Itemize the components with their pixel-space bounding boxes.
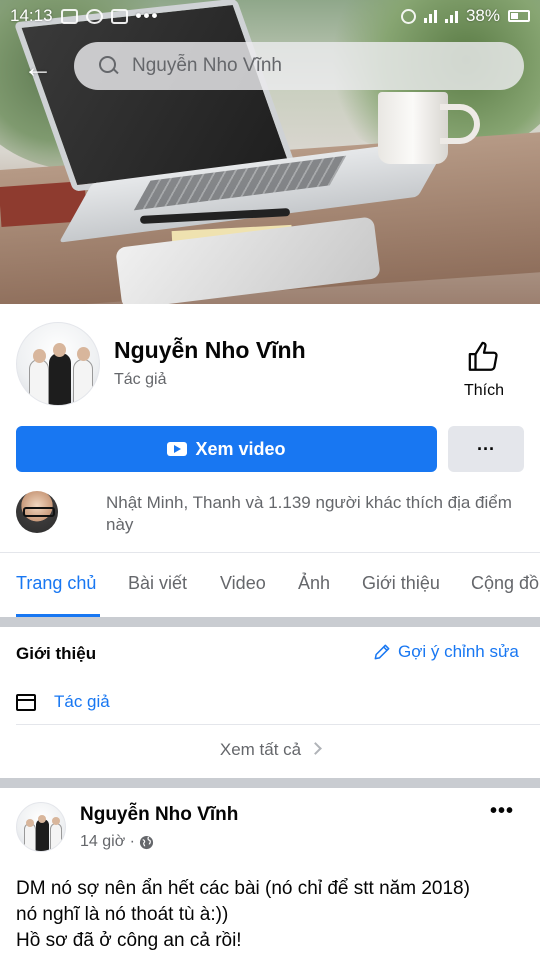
avatar-head-left	[33, 349, 46, 363]
avatar-person-left	[29, 359, 49, 405]
like-page-button[interactable]: Thích	[456, 340, 512, 400]
page-title: Nguyễn Nho Vĩnh	[114, 337, 306, 363]
avatar-person-center	[49, 353, 71, 405]
see-all-label: Xem tất cả	[219, 740, 302, 759]
search-input[interactable]: Nguyễn Nho Vĩnh	[132, 55, 282, 77]
pencil-icon	[374, 644, 390, 660]
watch-video-label: Xem video	[195, 438, 286, 459]
likes-summary[interactable]: Nhật Minh, Thanh và 1.139 người khác thí…	[106, 492, 516, 536]
more-notifications-icon: •••	[135, 6, 160, 25]
battery-percent: 38%	[465, 6, 500, 25]
more-options-label: ···	[477, 438, 495, 459]
post-line: nó nghĩ là nó thoát tù à:))	[16, 904, 229, 925]
section-separator	[0, 778, 540, 788]
search-bar[interactable]: Nguyễn Nho Vĩnh	[74, 42, 524, 90]
more-options-button[interactable]: ···	[448, 426, 524, 472]
post-time[interactable]: 14 giờ ·	[80, 833, 135, 851]
battery-icon	[508, 10, 530, 22]
suggest-edit-button[interactable]: Gợi ý chỉnh sửa	[372, 642, 519, 662]
globe-icon	[139, 835, 154, 849]
tab-about[interactable]: Giới thiệu	[362, 573, 440, 594]
avatar-person-center	[36, 819, 49, 851]
post-author-avatar[interactable]	[16, 802, 66, 852]
signal-icon	[444, 9, 458, 23]
avatar-head-center	[53, 343, 66, 357]
thumbs-up-icon	[468, 341, 498, 371]
search-icon	[98, 55, 120, 77]
tab-posts[interactable]: Bài viết	[128, 573, 187, 594]
tab-community[interactable]: Cộng đồ	[471, 573, 539, 594]
see-all-button[interactable]: Xem tất cả	[0, 740, 540, 760]
post-line: DM nó sợ nên ẩn hết các bài (nó chỉ để s…	[16, 878, 470, 899]
post-options-button[interactable]: •••	[490, 800, 514, 823]
status-bar-left: 14:13 •••	[10, 6, 159, 26]
category-link[interactable]: Tác giả	[54, 692, 110, 712]
avatar-person-right	[73, 359, 93, 405]
post-line: Hồ sơ đã ở công an cả rồi!	[16, 930, 242, 951]
about-heading: Giới thiệu	[16, 644, 97, 663]
back-arrow-icon[interactable]: ←	[20, 50, 56, 86]
like-label: Thích	[463, 382, 504, 399]
status-bar: 14:13 ••• 38%	[0, 0, 540, 32]
alarm-icon	[400, 8, 416, 24]
play-icon	[167, 442, 188, 456]
avatar-person-left	[24, 823, 36, 851]
section-separator	[0, 617, 540, 627]
post-author-name[interactable]: Nguyễn Nho Vĩnh	[80, 804, 238, 826]
avatar-head-left	[26, 819, 34, 827]
page-avatar[interactable]	[16, 322, 100, 406]
chevron-right-icon	[309, 742, 322, 755]
avatar-head-center	[38, 815, 46, 823]
messenger-notification-icon	[85, 8, 103, 24]
post-body: DM nó sợ nên ẩn hết các bài (nó chỉ để s…	[16, 876, 528, 954]
friend-avatar[interactable]	[16, 491, 58, 533]
tab-photos[interactable]: Ảnh	[298, 573, 330, 594]
watch-video-button[interactable]: Xem video	[16, 426, 437, 472]
gallery-notification-icon	[60, 8, 78, 24]
wifi-icon	[423, 9, 437, 23]
cover-mug	[378, 92, 448, 164]
avatar-head-right	[77, 347, 90, 361]
tab-videos[interactable]: Video	[220, 573, 266, 594]
avatar-head-right	[52, 817, 60, 825]
page-tabs: Trang chủ Bài viết Video Ảnh Giới thiệu …	[0, 553, 540, 617]
post-meta: 14 giờ ·	[80, 833, 154, 851]
page-category: Tác giả	[114, 371, 167, 388]
suggest-edit-label: Gợi ý chỉnh sửa	[398, 642, 519, 661]
status-bar-right: 38%	[400, 6, 530, 26]
tab-home[interactable]: Trang chủ	[16, 573, 96, 594]
facebook-notification-icon	[110, 8, 128, 24]
avatar-person-right	[50, 823, 62, 851]
category-icon	[16, 694, 36, 711]
status-time: 14:13	[10, 6, 53, 25]
about-divider	[16, 724, 540, 725]
cover-mug-handle	[440, 104, 480, 144]
